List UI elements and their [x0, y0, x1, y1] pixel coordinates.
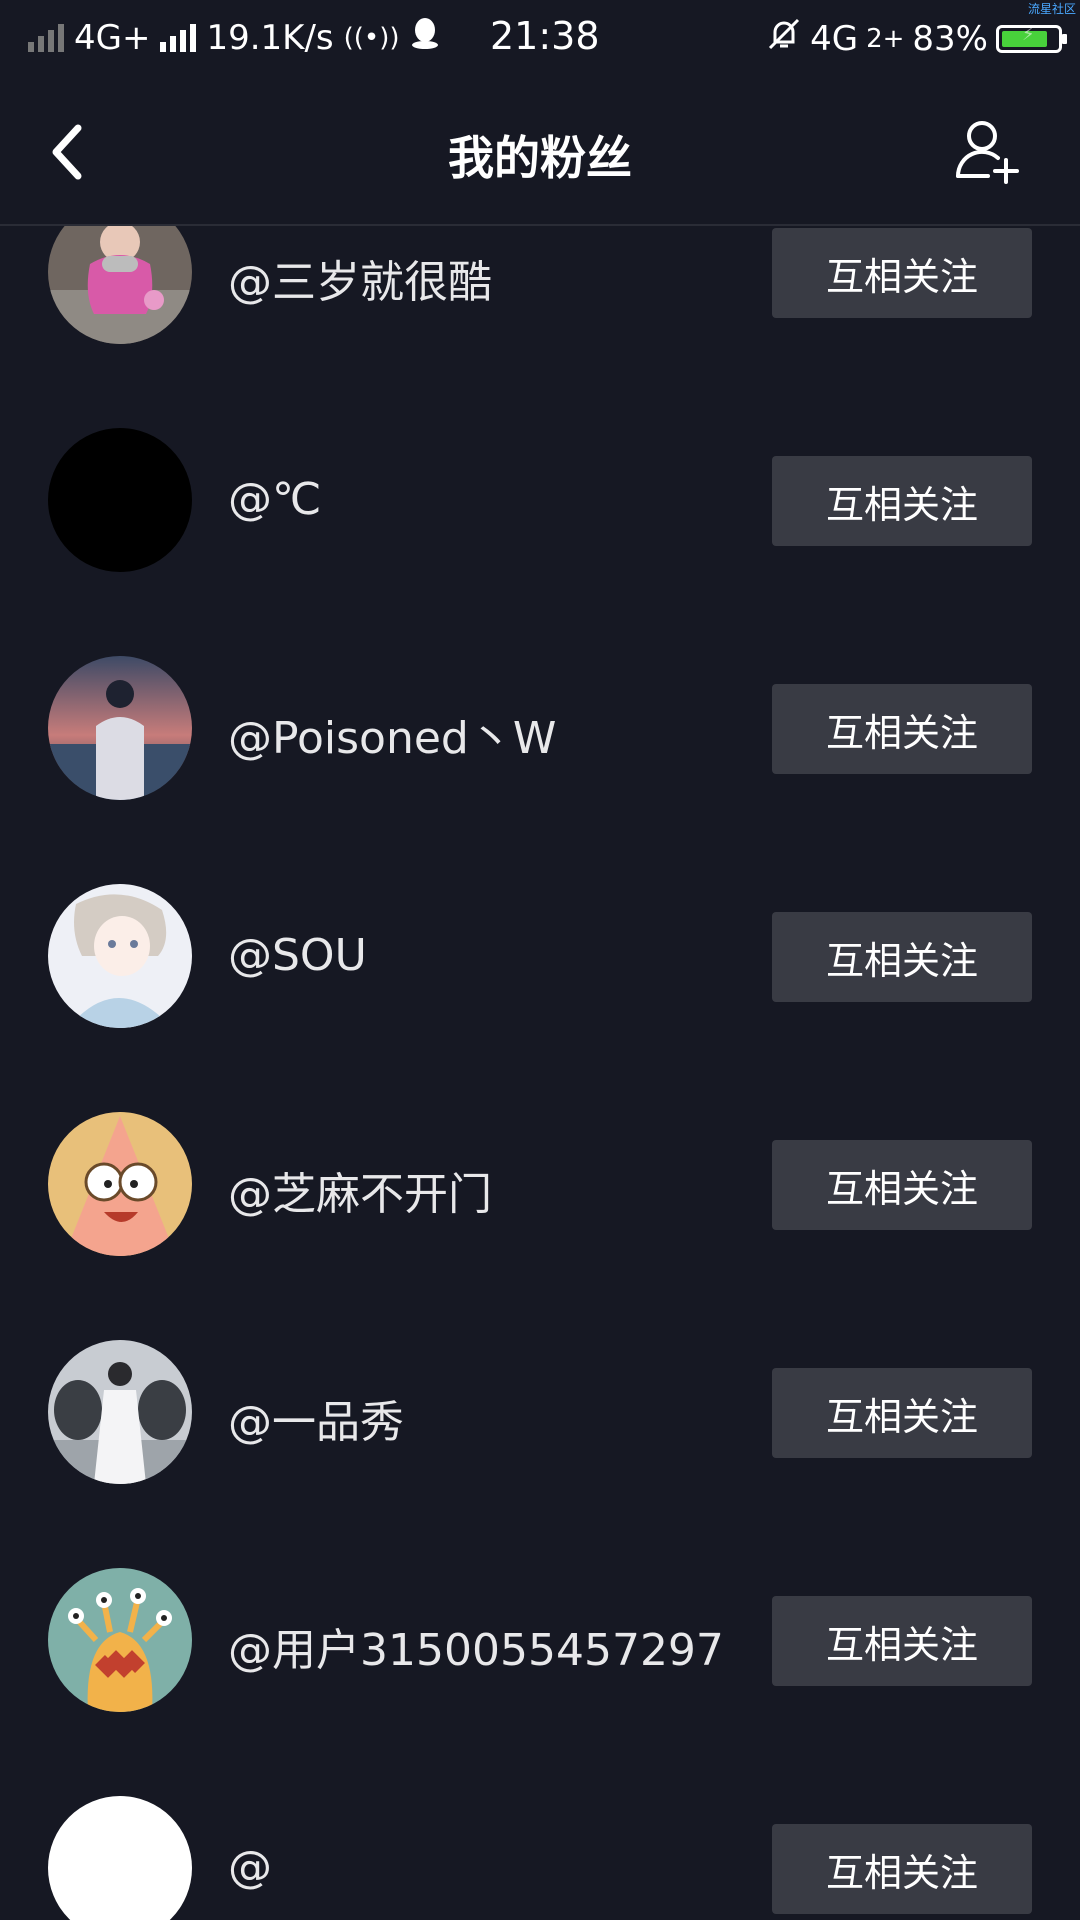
network-type-2: 4G — [810, 18, 859, 59]
avatar[interactable] — [48, 428, 192, 572]
qq-icon — [410, 16, 440, 59]
fans-list[interactable]: @三岁就很酷 互相关注 @℃ 互相关注 @Poisoned丶W 互相关注 @SO… — [0, 226, 1080, 1920]
fan-name[interactable]: @SOU — [228, 930, 367, 981]
status-left: 4G+ 19.1K/s ((•)) — [28, 16, 440, 59]
status-time: 21:38 — [490, 14, 600, 58]
mute-bell-icon — [766, 16, 802, 61]
avatar[interactable] — [48, 1796, 192, 1920]
mutual-follow-button[interactable]: 互相关注 — [772, 456, 1032, 546]
add-user-icon — [955, 121, 1019, 184]
fan-name[interactable]: @℃ — [228, 474, 321, 525]
avatar[interactable] — [48, 1340, 192, 1484]
signal-strength-icon — [160, 23, 197, 52]
list-item[interactable]: @用户3150055457297 互相关注 — [0, 1526, 1080, 1754]
mutual-follow-button[interactable]: 互相关注 — [772, 1140, 1032, 1230]
status-bar: 4G+ 19.1K/s ((•)) 21:38 4G 2+ 83% 流星社区 — [0, 0, 1080, 78]
mutual-follow-button[interactable]: 互相关注 — [772, 684, 1032, 774]
navigation-header: 我的粉丝 — [0, 78, 1080, 226]
avatar[interactable] — [48, 1112, 192, 1256]
battery-icon — [996, 24, 1067, 53]
list-item[interactable]: @Poisoned丶W 互相关注 — [0, 614, 1080, 842]
network-speed: 19.1K/s — [206, 17, 334, 58]
list-item[interactable]: @ 互相关注 — [0, 1754, 1080, 1920]
mutual-follow-button[interactable]: 互相关注 — [772, 1596, 1032, 1686]
list-item[interactable]: @SOU 互相关注 — [0, 842, 1080, 1070]
fan-name[interactable]: @芝麻不开门 — [228, 1158, 492, 1222]
avatar[interactable] — [48, 656, 192, 800]
signal-strength-icon — [28, 23, 64, 52]
avatar[interactable] — [48, 226, 192, 344]
list-item[interactable]: @芝麻不开门 互相关注 — [0, 1070, 1080, 1298]
watermark: 流星社区 — [1027, 2, 1076, 16]
page-title: 我的粉丝 — [448, 131, 632, 185]
fan-name[interactable]: @ — [228, 1842, 272, 1893]
list-item[interactable]: @三岁就很酷 互相关注 — [0, 226, 1080, 386]
mutual-follow-button[interactable]: 互相关注 — [772, 912, 1032, 1002]
status-right: 4G 2+ 83% — [766, 16, 1067, 61]
sim2-label: 2+ — [866, 23, 905, 54]
battery-percent: 83% — [912, 18, 988, 59]
fan-name[interactable]: @一品秀 — [228, 1386, 404, 1450]
list-item[interactable]: @℃ 互相关注 — [0, 386, 1080, 614]
mutual-follow-button[interactable]: 互相关注 — [772, 228, 1032, 318]
list-item[interactable]: @一品秀 互相关注 — [0, 1298, 1080, 1526]
fan-name[interactable]: @用户3150055457297 — [228, 1614, 724, 1678]
avatar[interactable] — [48, 884, 192, 1028]
network-type-1: 4G+ — [74, 17, 151, 58]
fan-name[interactable]: @三岁就很酷 — [228, 246, 492, 310]
add-friend-button[interactable] — [952, 116, 1024, 188]
hotspot-icon: ((•)) — [343, 22, 400, 53]
avatar[interactable] — [48, 1568, 192, 1712]
fan-name[interactable]: @Poisoned丶W — [228, 702, 556, 766]
mutual-follow-button[interactable]: 互相关注 — [772, 1824, 1032, 1914]
mutual-follow-button[interactable]: 互相关注 — [772, 1368, 1032, 1458]
